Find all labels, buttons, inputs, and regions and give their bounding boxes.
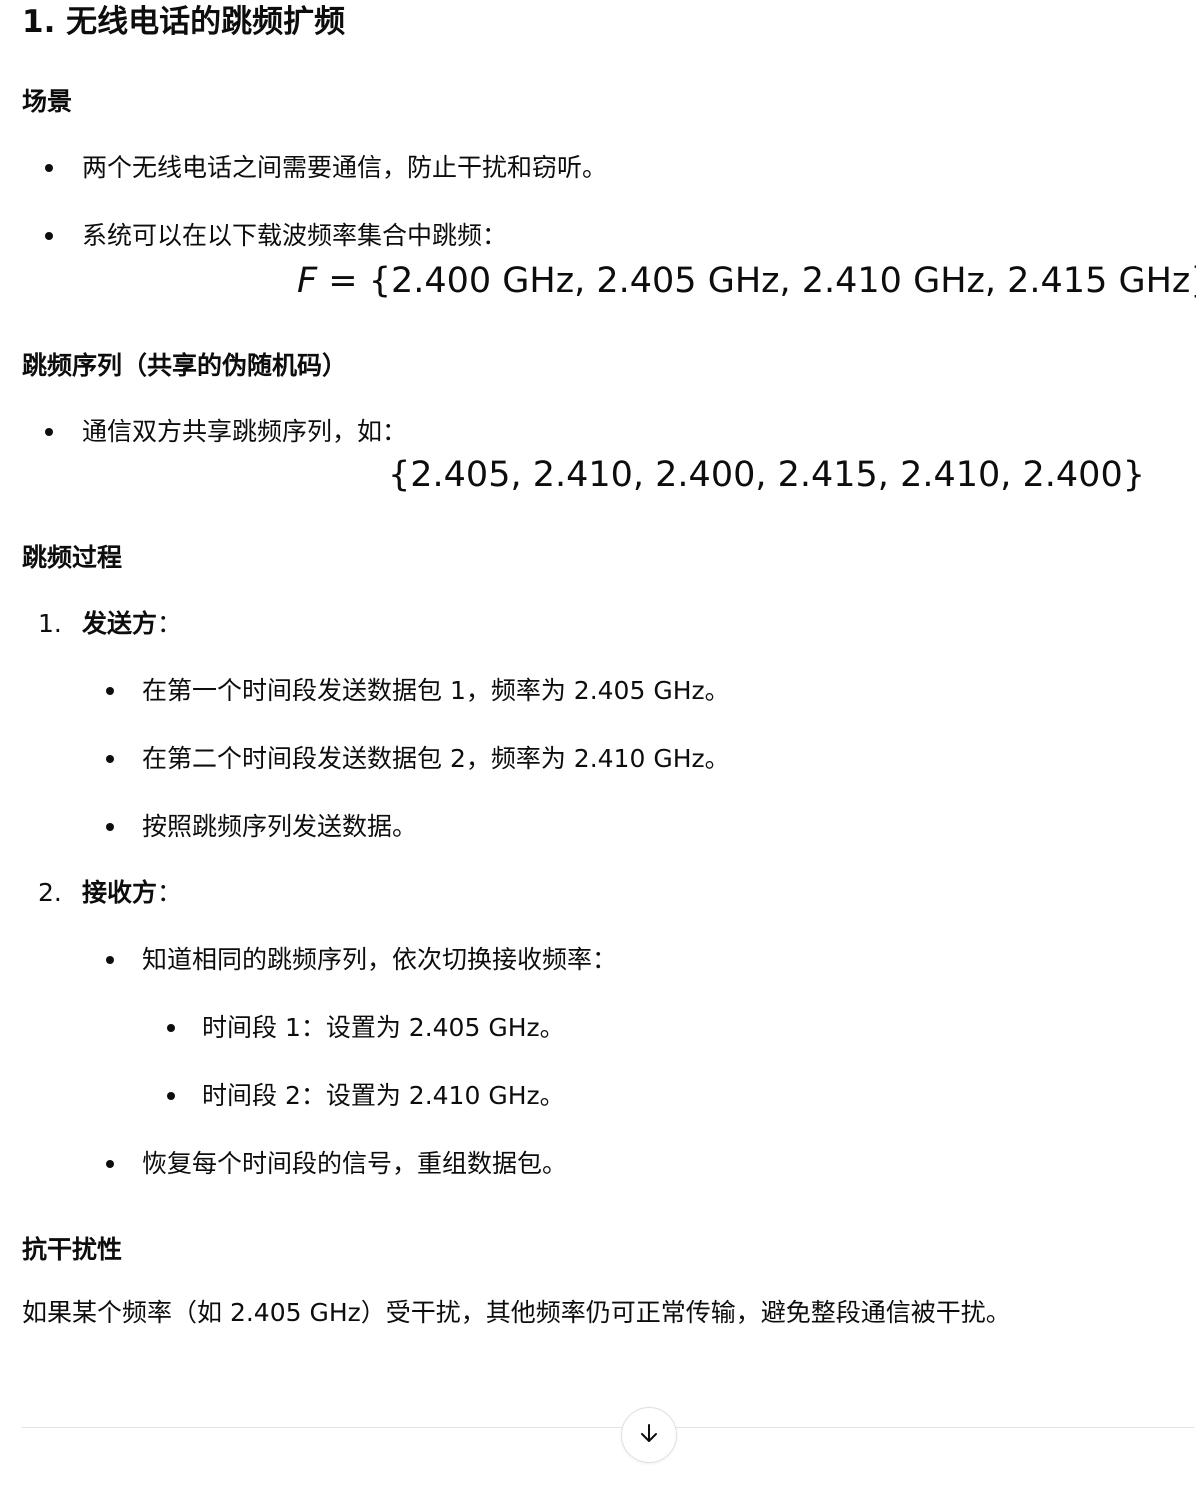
hop-sequence-formula: {2.405, 2.410, 2.400, 2.415, 2.410, 2.40… <box>388 455 1145 495</box>
bullet-dot <box>106 687 114 695</box>
sequence-heading: 跳频序列（共享的伪随机码） <box>22 351 348 380</box>
receiver-item-1: 知道相同的跳频序列，依次切换接收频率： <box>142 945 618 974</box>
bullet-dot <box>106 755 114 763</box>
receiver-subitem-1: 时间段 1：设置为 2.405 GHz。 <box>202 1013 565 1042</box>
scene-bullet-2: 系统可以在以下载波频率集合中跳频： <box>82 221 508 250</box>
step-number-2: 2. <box>38 878 62 907</box>
bullet-dot <box>45 232 53 240</box>
receiver-item-2: 恢复每个时间段的信号，重组数据包。 <box>142 1149 568 1178</box>
divider <box>22 1427 1194 1428</box>
scene-bullet-1: 两个无线电话之间需要通信，防止干扰和窃听。 <box>82 153 608 182</box>
anti-interference-text: 如果某个频率（如 2.405 GHz）受干扰，其他频率仍可正常传输，避免整段通信… <box>22 1298 1011 1327</box>
receiver-subitem-2: 时间段 2：设置为 2.410 GHz。 <box>202 1081 565 1110</box>
formula-variable: F <box>297 261 318 301</box>
arrow-down-icon <box>637 1421 661 1449</box>
bullet-dot <box>106 956 114 964</box>
bullet-dot <box>106 1160 114 1168</box>
scene-heading: 场景 <box>22 87 73 116</box>
step-1-title: 发送方： <box>82 609 183 638</box>
process-heading: 跳频过程 <box>22 543 123 572</box>
step-2-title: 接收方： <box>82 878 183 907</box>
scroll-to-bottom-button[interactable] <box>621 1407 677 1463</box>
step-2-label: 接收方 <box>82 878 158 907</box>
bullet-dot <box>167 1024 175 1032</box>
bullet-dot <box>106 823 114 831</box>
section-title: 1. 无线电话的跳频扩频 <box>22 4 346 40</box>
step-number-1: 1. <box>38 609 62 638</box>
formula-body: = {2.400 GHz, 2.405 GHz, 2.410 GHz, 2.41… <box>317 261 1196 301</box>
anti-interference-heading: 抗干扰性 <box>22 1235 123 1264</box>
sender-item-2: 在第二个时间段发送数据包 2，频率为 2.410 GHz。 <box>142 744 730 773</box>
bullet-dot <box>45 428 53 436</box>
step-1-label: 发送方 <box>82 609 158 638</box>
sender-item-3: 按照跳频序列发送数据。 <box>142 812 418 841</box>
bullet-dot <box>167 1092 175 1100</box>
sequence-bullet: 通信双方共享跳频序列，如： <box>82 417 408 446</box>
sender-item-1: 在第一个时间段发送数据包 1，频率为 2.405 GHz。 <box>142 676 730 705</box>
frequency-set-formula: F = {2.400 GHz, 2.405 GHz, 2.410 GHz, 2.… <box>297 259 1196 303</box>
bullet-dot <box>45 164 53 172</box>
